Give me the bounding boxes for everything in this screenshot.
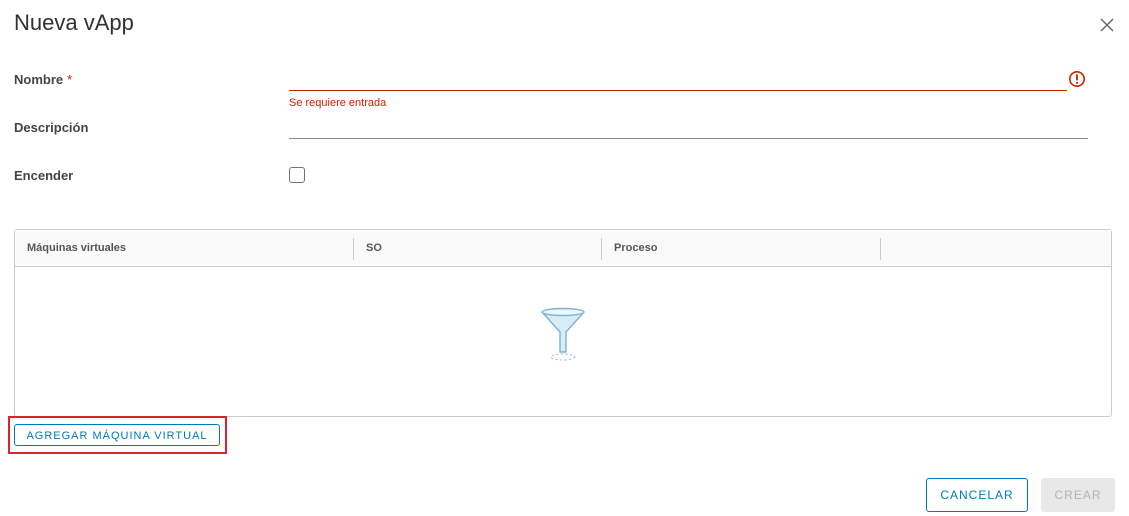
error-icon	[1069, 71, 1085, 87]
power-on-checkbox[interactable]	[289, 167, 305, 183]
description-label: Descripción	[14, 120, 89, 135]
create-button[interactable]: CREAR	[1041, 478, 1115, 512]
required-marker: *	[67, 72, 73, 87]
datagrid-header: Máquinas virtuales SO Proceso	[15, 230, 1111, 267]
column-separator[interactable]	[880, 238, 881, 260]
dialog-title: Nueva vApp	[14, 10, 134, 35]
vm-datagrid: Máquinas virtuales SO Proceso	[14, 229, 1112, 417]
name-label: Nombre *	[14, 72, 72, 87]
power-on-label: Encender	[14, 168, 74, 183]
name-input[interactable]	[289, 68, 1067, 91]
column-header-vms[interactable]: Máquinas virtuales	[15, 230, 353, 266]
column-header-process[interactable]: Proceso	[602, 230, 880, 266]
cancel-button[interactable]: CANCELAR	[926, 478, 1028, 512]
close-icon[interactable]	[1098, 16, 1116, 34]
add-virtual-machine-button[interactable]: AGREGAR MÁQUINA VIRTUAL	[14, 424, 220, 446]
column-header-os[interactable]: SO	[354, 230, 601, 266]
name-error-message: Se requiere entrada	[289, 97, 387, 109]
funnel-icon	[541, 307, 585, 361]
name-label-text: Nombre	[14, 72, 64, 87]
description-input[interactable]	[289, 116, 1088, 139]
